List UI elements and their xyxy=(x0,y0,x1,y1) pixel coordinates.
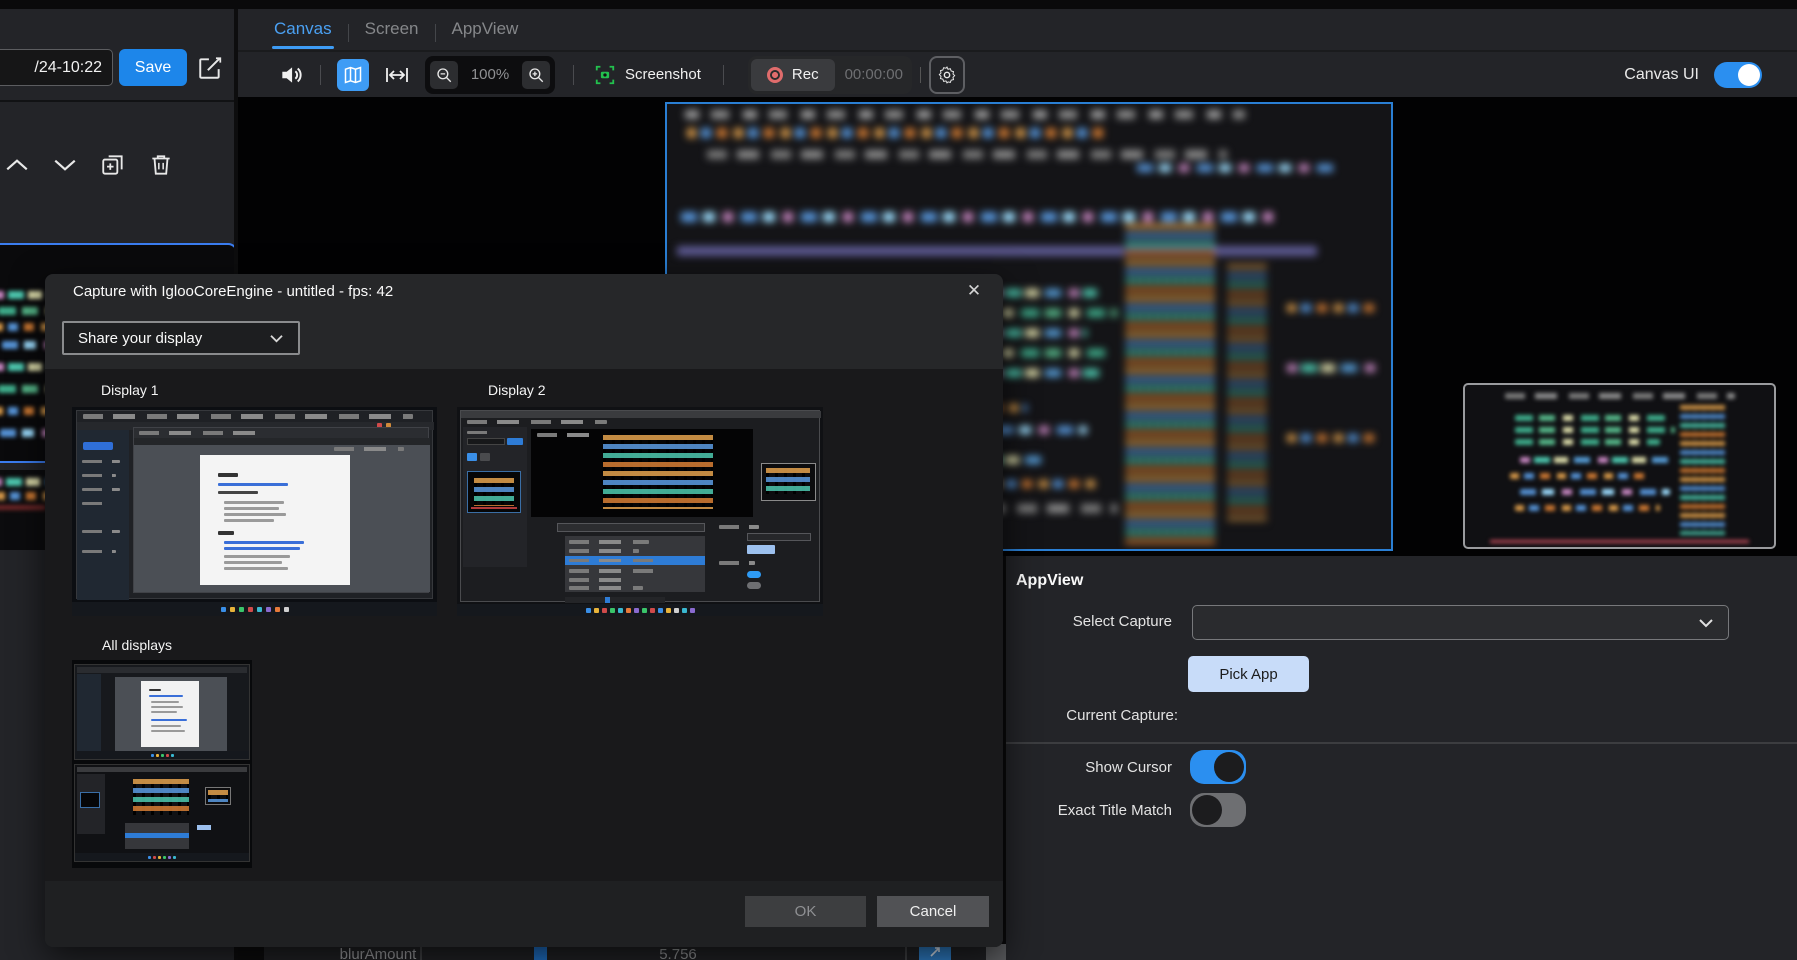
chevron-down-icon xyxy=(1698,617,1714,629)
gear-icon xyxy=(937,65,957,85)
property-value: 5.756 xyxy=(618,946,738,960)
display2-thumbnail[interactable] xyxy=(457,407,823,616)
record-timer: 00:00:00 xyxy=(845,66,909,83)
display1-taskbar xyxy=(72,602,437,616)
duplicate-button[interactable] xyxy=(100,152,126,178)
display1-thumbnail[interactable] xyxy=(72,407,437,616)
save-button[interactable]: Save xyxy=(119,49,187,86)
main-header: Canvas Screen AppView xyxy=(238,9,1797,97)
share-source-value: Share your display xyxy=(78,330,202,347)
close-icon[interactable]: ✕ xyxy=(960,277,988,305)
tab-appview[interactable]: AppView xyxy=(450,16,521,49)
record-label: Rec xyxy=(792,66,819,83)
pick-app-button[interactable]: Pick App xyxy=(1188,656,1309,692)
layer-thumbnail-redline xyxy=(0,506,46,509)
view-tabs: Canvas Screen AppView xyxy=(272,16,520,49)
capture-source-dialog: Capture with IglooCoreEngine - untitled … xyxy=(45,274,1003,947)
all-displays-label: All displays xyxy=(102,637,172,653)
canvas-ui-label: Canvas UI xyxy=(1624,66,1699,84)
exact-title-match-label: Exact Title Match xyxy=(1012,802,1172,819)
select-capture-dropdown[interactable] xyxy=(1192,605,1729,640)
fit-width-icon[interactable] xyxy=(383,63,411,87)
display2-taskbar xyxy=(457,604,823,616)
current-capture-label: Current Capture: xyxy=(1018,707,1178,724)
share-source-dropdown[interactable]: Share your display xyxy=(62,321,300,355)
property-name: blurAmount xyxy=(298,946,458,960)
record-icon xyxy=(767,67,783,83)
capture-name-value: /24-10:22 xyxy=(34,59,102,77)
tab-separator xyxy=(348,24,349,42)
minimap-statusbar xyxy=(1490,540,1750,543)
capture-name-input[interactable]: /24-10:22 xyxy=(0,49,113,86)
canvas-ui-control: Canvas UI xyxy=(1624,52,1762,97)
record-controls: Rec 00:00:00 xyxy=(748,56,912,94)
move-down-button[interactable] xyxy=(52,154,78,176)
canvas-ui-toggle[interactable] xyxy=(1714,62,1762,88)
tab-screen[interactable]: Screen xyxy=(363,16,421,49)
appview-panel-title: AppView xyxy=(1016,572,1083,590)
record-settings-button[interactable] xyxy=(929,56,965,94)
layer-actions xyxy=(4,152,174,178)
zoom-controls: 100% xyxy=(425,56,555,94)
cancel-button[interactable]: Cancel xyxy=(877,896,989,927)
show-cursor-label: Show Cursor xyxy=(1012,759,1172,776)
map-view-button[interactable] xyxy=(337,59,369,91)
screenshot-button[interactable]: Screenshot xyxy=(594,64,701,86)
sidebar-divider xyxy=(0,100,234,102)
delete-button[interactable] xyxy=(148,152,174,178)
tab-separator xyxy=(435,24,436,42)
chevron-down-icon xyxy=(269,333,284,344)
top-strip xyxy=(0,0,1797,9)
move-up-button[interactable] xyxy=(4,154,30,176)
edit-icon[interactable] xyxy=(197,55,223,81)
canvas-minimap-thumbnail[interactable] xyxy=(1463,383,1776,549)
display-picker-area: Display 1 Display 2 xyxy=(45,369,1003,881)
display2-label: Display 2 xyxy=(488,382,546,398)
appview-panel: AppView Select Capture Pick App Current … xyxy=(1006,556,1797,960)
screenshot-icon xyxy=(594,64,616,86)
exact-title-match-toggle[interactable] xyxy=(1190,793,1246,827)
canvas-toolbar: 100% Screenshot xyxy=(238,52,1797,97)
ok-button[interactable]: OK xyxy=(745,896,866,927)
tab-canvas[interactable]: Canvas xyxy=(272,16,334,49)
select-capture-label: Select Capture xyxy=(1012,613,1172,630)
zoom-out-button[interactable] xyxy=(430,61,458,89)
dialog-footer: OK Cancel xyxy=(45,881,1003,947)
app-window: /24-10:22 Save xyxy=(0,0,1797,960)
appview-divider xyxy=(1006,742,1797,744)
zoom-level: 100% xyxy=(468,66,512,83)
display1-label: Display 1 xyxy=(101,382,159,398)
show-cursor-toggle[interactable] xyxy=(1190,750,1246,784)
screenshot-label: Screenshot xyxy=(625,66,701,83)
all-displays-thumbnail[interactable] xyxy=(72,660,252,868)
record-button[interactable]: Rec xyxy=(751,59,835,91)
zoom-in-button[interactable] xyxy=(522,61,550,89)
dialog-title: Capture with IglooCoreEngine - untitled … xyxy=(73,283,393,300)
audio-icon[interactable] xyxy=(278,62,304,88)
